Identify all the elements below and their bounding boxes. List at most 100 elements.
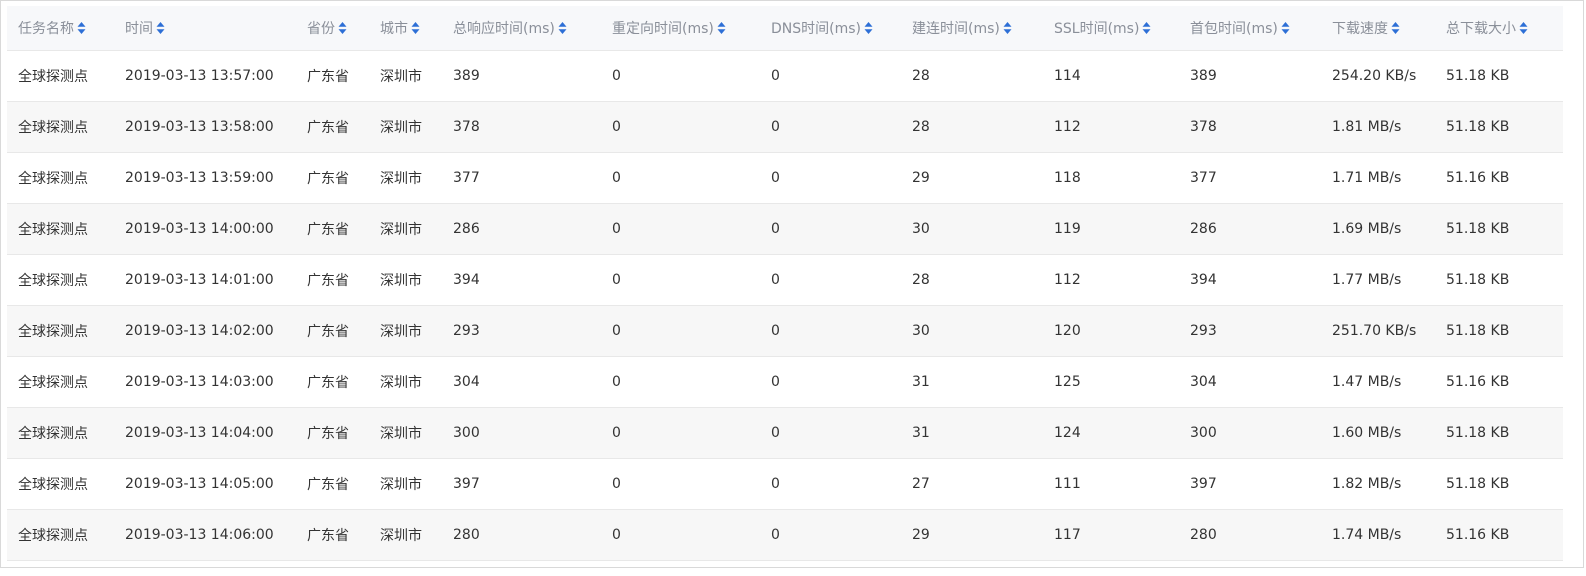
cell-ssl: 120 [1054,322,1081,339]
cell-city: 深圳市 [380,476,422,493]
cell-time: 2019-03-13 14:04:00 [125,424,274,441]
table-row[interactable]: 全球探测点 2019-03-13 14:06:00 广东省 深圳市 280 0 0 29 117… [7,509,1563,560]
sort-icon[interactable] [864,21,873,34]
cell-task: 全球探测点 [18,374,88,391]
column-header-label: 首包时间(ms) [1190,20,1278,37]
cell-task: 全球探测点 [18,527,88,544]
results-panel: 任务名称 时间 省份 城市 总响应时间(ms) 重定向时间(ms) DNS时间(ms) 建连时… [0,0,1584,568]
sort-icon[interactable] [1281,21,1290,34]
sort-icon[interactable] [558,21,567,34]
cell-task: 全球探测点 [18,68,88,85]
cell-time: 2019-03-13 14:01:00 [125,271,274,288]
cell-firstbyte: 300 [1190,424,1217,441]
cell-province: 广东省 [307,221,349,238]
cell-firstbyte: 394 [1190,271,1217,288]
cell-firstbyte: 377 [1190,169,1217,186]
cell-redirect: 0 [612,67,621,84]
cell-speed: 1.69 MB/s [1332,220,1402,237]
sort-icon[interactable] [1003,21,1012,34]
sort-icon[interactable] [1142,21,1151,34]
sort-icon[interactable] [77,21,86,34]
column-header-firstbyte[interactable]: 首包时间(ms) [1179,6,1321,51]
cell-province: 广东省 [307,119,349,136]
cell-size: 51.18 KB [1446,322,1510,339]
cell-ssl: 112 [1054,271,1081,288]
cell-ssl: 114 [1054,67,1081,84]
table-row[interactable]: 全球探测点 2019-03-13 13:59:00 广东省 深圳市 377 0 0 29 118… [7,152,1563,203]
cell-province: 广东省 [307,476,349,493]
column-header-total[interactable]: 总响应时间(ms) [442,6,601,51]
cell-redirect: 0 [612,220,621,237]
column-header-label: 省份 [307,20,335,37]
sort-icon[interactable] [1519,21,1528,34]
table-row[interactable]: 全球探测点 2019-03-13 14:02:00 广东省 深圳市 293 0 0 30 120… [7,305,1563,356]
cell-redirect: 0 [612,424,621,441]
cell-connect: 28 [912,271,930,288]
cell-dns: 0 [771,169,780,186]
cell-total: 304 [453,373,480,390]
table-row[interactable]: 全球探测点 2019-03-13 14:05:00 广东省 深圳市 397 0 0 27 111… [7,458,1563,509]
cell-time: 2019-03-13 14:03:00 [125,373,274,390]
cell-firstbyte: 293 [1190,322,1217,339]
cell-speed: 254.20 KB/s [1332,67,1417,84]
cell-connect: 31 [912,424,930,441]
column-header-ssl[interactable]: SSL时间(ms) [1043,6,1179,51]
cell-connect: 27 [912,475,930,492]
sort-icon[interactable] [411,21,420,34]
column-header-label: 任务名称 [18,20,74,37]
cell-speed: 1.81 MB/s [1332,118,1402,135]
cell-time: 2019-03-13 13:59:00 [125,169,274,186]
column-header-city[interactable]: 城市 [369,6,442,51]
cell-province: 广东省 [307,374,349,391]
cell-task: 全球探测点 [18,476,88,493]
sort-icon[interactable] [717,21,726,34]
table-row[interactable]: 全球探测点 2019-03-13 14:00:00 广东省 深圳市 286 0 0 30 119… [7,203,1563,254]
column-header-task[interactable]: 任务名称 [7,6,114,51]
cell-size: 51.16 KB [1446,526,1510,543]
cell-time: 2019-03-13 14:05:00 [125,475,274,492]
cell-time: 2019-03-13 13:57:00 [125,67,274,84]
column-header-redirect[interactable]: 重定向时间(ms) [601,6,760,51]
cell-time: 2019-03-13 14:06:00 [125,526,274,543]
table-row[interactable]: 全球探测点 2019-03-13 13:58:00 广东省 深圳市 378 0 0 28 112… [7,101,1563,152]
cell-dns: 0 [771,424,780,441]
cell-total: 378 [453,118,480,135]
column-header-label: 城市 [380,20,408,37]
column-header-label: 重定向时间(ms) [612,20,714,37]
cell-firstbyte: 378 [1190,118,1217,135]
column-header-time[interactable]: 时间 [114,6,296,51]
table-row[interactable]: 全球探测点 2019-03-13 14:04:00 广东省 深圳市 300 0 0 31 124… [7,407,1563,458]
cell-dns: 0 [771,271,780,288]
table-body: 全球探测点 2019-03-13 13:57:00 广东省 深圳市 389 0 0 28 114… [7,50,1563,560]
sort-icon[interactable] [1391,21,1400,34]
monitoring-results-table: 任务名称 时间 省份 城市 总响应时间(ms) 重定向时间(ms) DNS时间(ms) 建连时… [7,6,1563,561]
cell-time: 2019-03-13 14:02:00 [125,322,274,339]
cell-redirect: 0 [612,526,621,543]
cell-city: 深圳市 [380,374,422,391]
cell-city: 深圳市 [380,527,422,544]
cell-total: 293 [453,322,480,339]
column-header-province[interactable]: 省份 [296,6,369,51]
cell-city: 深圳市 [380,425,422,442]
column-header-dns[interactable]: DNS时间(ms) [760,6,901,51]
cell-redirect: 0 [612,373,621,390]
table-row[interactable]: 全球探测点 2019-03-13 14:01:00 广东省 深圳市 394 0 0 28 112… [7,254,1563,305]
table-row[interactable]: 全球探测点 2019-03-13 13:57:00 广东省 深圳市 389 0 0 28 114… [7,50,1563,101]
column-header-size[interactable]: 总下载大小 [1435,6,1563,51]
cell-task: 全球探测点 [18,170,88,187]
cell-size: 51.18 KB [1446,220,1510,237]
column-header-speed[interactable]: 下载速度 [1321,6,1435,51]
cell-task: 全球探测点 [18,119,88,136]
cell-province: 广东省 [307,323,349,340]
cell-province: 广东省 [307,527,349,544]
sort-icon[interactable] [156,21,165,34]
cell-ssl: 117 [1054,526,1081,543]
sort-icon[interactable] [338,21,347,34]
cell-connect: 31 [912,373,930,390]
table-row[interactable]: 全球探测点 2019-03-13 14:03:00 广东省 深圳市 304 0 0 31 125… [7,356,1563,407]
column-header-connect[interactable]: 建连时间(ms) [901,6,1043,51]
cell-city: 深圳市 [380,119,422,136]
cell-redirect: 0 [612,271,621,288]
cell-size: 51.18 KB [1446,67,1510,84]
cell-size: 51.18 KB [1446,475,1510,492]
